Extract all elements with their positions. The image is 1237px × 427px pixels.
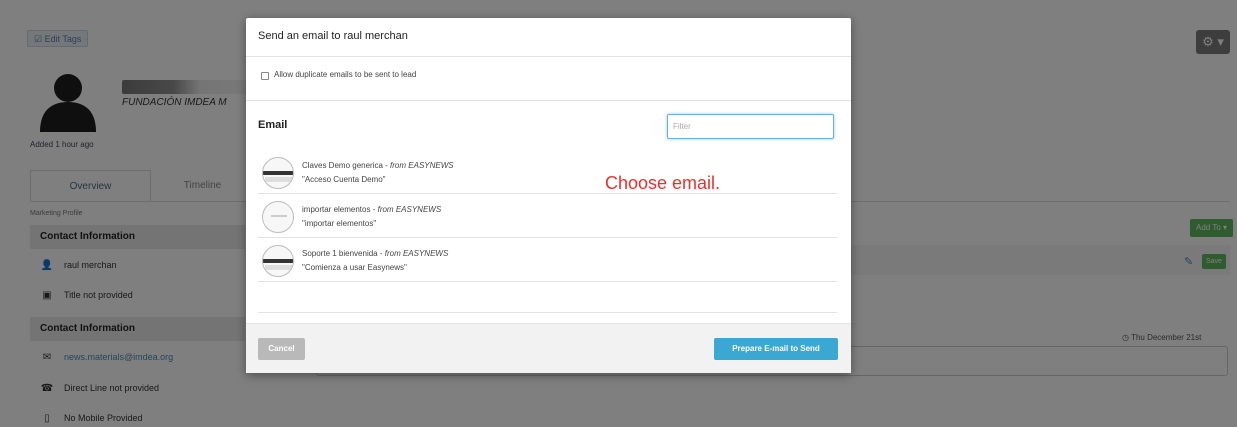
email-template-item[interactable]: Soporte 1 bienvenida - from EASYNEWS "Co… xyxy=(258,239,837,282)
title-divider xyxy=(246,56,851,57)
modal-footer: Cancel Prepare E-mail to Send xyxy=(246,323,851,373)
email-template-item[interactable]: importar elementos - from EASYNEWS "impo… xyxy=(258,195,837,238)
template-name: Claves Demo generica - from EASYNEWS xyxy=(302,161,454,170)
modal-title: Send an email to raul merchan xyxy=(258,30,408,42)
prepare-email-button[interactable]: Prepare E-mail to Send xyxy=(714,338,838,360)
template-name: importar elementos - from EASYNEWS xyxy=(302,205,442,214)
template-thumbnail-icon xyxy=(262,245,294,277)
instruction-annotation: Choose email. xyxy=(605,173,721,193)
list-end-divider xyxy=(258,312,837,313)
allow-duplicate-checkbox[interactable] xyxy=(261,72,269,80)
filter-input[interactable] xyxy=(667,114,834,139)
template-subject: "Acceso Cuenta Demo" xyxy=(302,175,386,184)
template-thumbnail-icon xyxy=(262,201,294,233)
cancel-button[interactable]: Cancel xyxy=(258,338,305,360)
template-name: Soporte 1 bienvenida - from EASYNEWS xyxy=(302,249,449,258)
email-heading: Email xyxy=(258,119,288,131)
email-template-item[interactable]: Claves Demo generica - from EASYNEWS "Ac… xyxy=(258,151,837,194)
template-subject: "importar elementos" xyxy=(302,219,377,228)
template-subject: "Comienza a usar Easynews" xyxy=(302,263,407,272)
options-divider xyxy=(246,100,851,101)
send-email-modal: Send an email to raul merchan Allow dupl… xyxy=(246,18,851,373)
allow-duplicate-label[interactable]: Allow duplicate emails to be sent to lea… xyxy=(274,70,416,79)
template-thumbnail-icon xyxy=(262,157,294,189)
